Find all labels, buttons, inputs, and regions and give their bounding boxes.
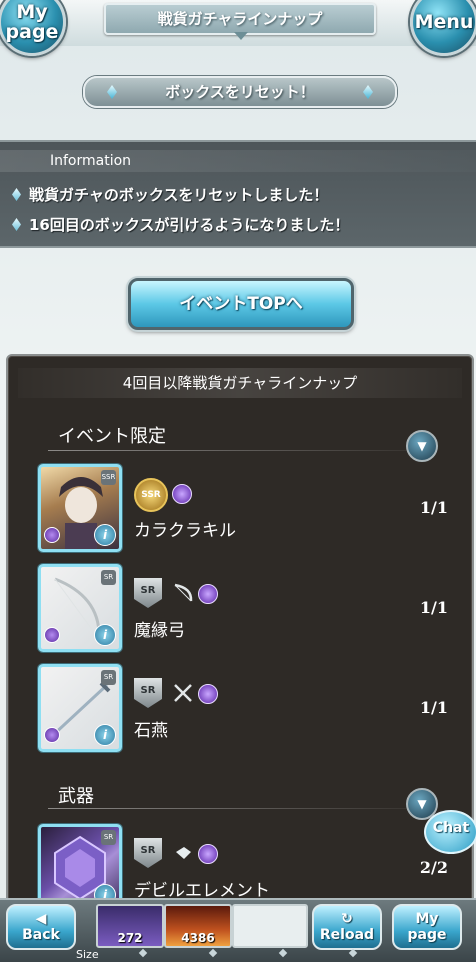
reset-box-button[interactable]: ボックスをリセット！ bbox=[83, 76, 397, 108]
diamond-icon bbox=[363, 85, 373, 99]
title-pointer-icon bbox=[234, 32, 248, 40]
reset-box-label: ボックスをリセット！ bbox=[165, 83, 315, 101]
information-panel: Information 戦貨ガチャのボックスをリセットしました！ 16回目のボッ… bbox=[0, 140, 476, 248]
dark-element-icon bbox=[172, 484, 192, 504]
dark-element-icon bbox=[198, 584, 218, 604]
page-title: 戦貨ガチャラインナップ bbox=[104, 3, 376, 40]
diamond-bullet-icon bbox=[12, 218, 21, 231]
information-title: Information bbox=[0, 150, 476, 172]
dark-element-icon bbox=[44, 527, 60, 543]
info-icon[interactable]: i bbox=[94, 524, 116, 546]
item-count: 1/1 bbox=[419, 698, 448, 717]
info-icon[interactable]: i bbox=[94, 724, 116, 746]
size-dot-icon[interactable] bbox=[278, 948, 288, 958]
size-dot-icon[interactable] bbox=[138, 948, 148, 958]
information-text: 16回目のボックスが引けるようになりました！ bbox=[29, 216, 350, 234]
list-item[interactable]: SSR i SSR カラクラキル 1/1 bbox=[38, 464, 458, 552]
mypage-label-line1: My bbox=[415, 911, 439, 927]
item-thumbnail[interactable]: SR i bbox=[38, 664, 122, 752]
item-thumbnail[interactable]: SSR i bbox=[38, 464, 122, 552]
mypage-label-line2: page bbox=[407, 927, 447, 943]
section-divider bbox=[48, 808, 408, 809]
dark-element-icon bbox=[44, 727, 60, 743]
section-label-event-limited: イベント限定 bbox=[58, 426, 166, 447]
rarity-sr-badge: SR bbox=[134, 578, 162, 608]
diamond-bullet-icon bbox=[12, 188, 21, 201]
reload-button[interactable]: ↻ Reload bbox=[312, 904, 382, 950]
lineup-heading: 4回目以降戦貨ガチャラインナップ bbox=[18, 368, 462, 398]
list-item[interactable]: SR i SR 魔縁弓 1/1 bbox=[38, 564, 458, 652]
dark-element-icon bbox=[44, 627, 60, 643]
back-arrow-icon: ◀ bbox=[35, 911, 47, 927]
menu-button[interactable]: Menu bbox=[410, 0, 476, 56]
list-item[interactable]: SR i SR 石燕 1/1 bbox=[38, 664, 458, 752]
rarity-sr-badge: SR bbox=[134, 838, 162, 868]
dark-element-icon bbox=[198, 684, 218, 704]
size-dot-icon[interactable] bbox=[208, 948, 218, 958]
gem-icon bbox=[176, 847, 191, 859]
item-name: カラクラキル bbox=[134, 521, 236, 541]
information-text: 戦貨ガチャのボックスをリセットしました！ bbox=[29, 186, 329, 204]
mypage-button[interactable]: My page bbox=[0, 0, 66, 56]
footer-mypage-button[interactable]: My page bbox=[392, 904, 462, 950]
item-count: 1/1 bbox=[419, 498, 448, 517]
currency-slot-1: 272 bbox=[96, 904, 164, 948]
information-line: 16回目のボックスが引けるようになりました！ bbox=[12, 214, 349, 235]
thumb-rarity-badge: SSR bbox=[101, 470, 116, 485]
currency-slot-2: 4386 bbox=[164, 904, 232, 948]
currency-value: 4386 bbox=[181, 931, 215, 945]
footer-bar: ◀ Back 272 4386 ↻ Reload My page Size bbox=[0, 898, 476, 962]
section-divider bbox=[48, 450, 408, 451]
menu-label: Menu bbox=[414, 11, 474, 33]
info-icon[interactable]: i bbox=[94, 624, 116, 646]
event-top-button[interactable]: イベントTOPへ bbox=[128, 278, 354, 330]
bow-icon bbox=[174, 583, 193, 602]
reload-label: Reload bbox=[319, 927, 375, 943]
section-label-weapons: 武器 bbox=[58, 786, 94, 807]
information-line: 戦貨ガチャのボックスをリセットしました！ bbox=[12, 184, 328, 205]
rarity-sr-badge: SR bbox=[134, 678, 162, 708]
thumb-rarity-badge: SR bbox=[101, 570, 116, 585]
item-name: 魔縁弓 bbox=[134, 621, 185, 641]
page-title-text: 戦貨ガチャラインナップ bbox=[157, 10, 323, 28]
thumb-rarity-badge: SR bbox=[101, 830, 116, 845]
dark-element-icon bbox=[198, 844, 218, 864]
mypage-label-line2: page bbox=[5, 21, 59, 43]
sword-icon bbox=[174, 684, 192, 702]
reload-icon: ↻ bbox=[341, 911, 353, 927]
item-count: 2/2 bbox=[419, 858, 448, 877]
lineup-panel: 4回目以降戦貨ガチャラインナップ イベント限定 ▼ SSR i SSR カラクラ… bbox=[6, 354, 474, 918]
size-dot-icon[interactable] bbox=[348, 948, 358, 958]
item-count: 1/1 bbox=[419, 598, 448, 617]
chevron-down-icon[interactable]: ▼ bbox=[406, 430, 438, 462]
item-thumbnail[interactable]: SR i bbox=[38, 564, 122, 652]
thumb-rarity-badge: SR bbox=[101, 670, 116, 685]
back-label: Back bbox=[22, 927, 60, 943]
mypage-label-line1: My bbox=[16, 1, 48, 23]
empty-slot bbox=[232, 904, 308, 948]
rarity-ssr-badge: SSR bbox=[134, 478, 168, 512]
size-label: Size bbox=[76, 948, 99, 961]
back-button[interactable]: ◀ Back bbox=[6, 904, 76, 950]
currency-value: 272 bbox=[117, 931, 143, 945]
diamond-icon bbox=[107, 85, 117, 99]
chat-button[interactable]: Chat bbox=[424, 810, 476, 854]
item-name: 石燕 bbox=[134, 721, 168, 741]
